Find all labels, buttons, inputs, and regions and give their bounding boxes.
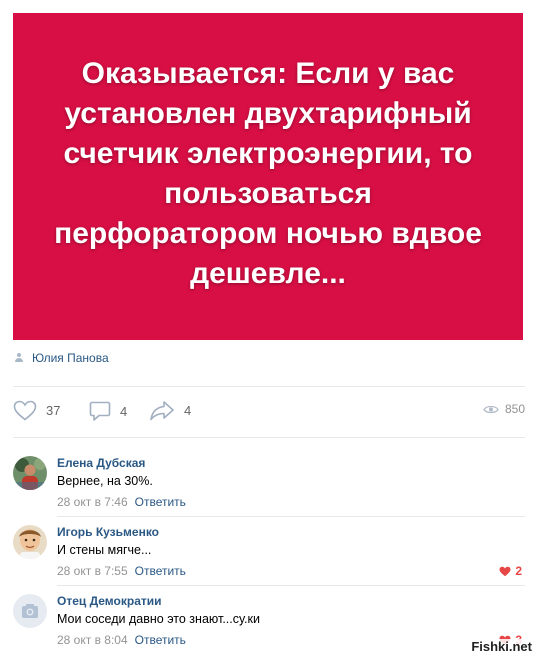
- like-button[interactable]: 37: [13, 400, 60, 421]
- divider: [13, 386, 525, 387]
- comment-author[interactable]: Игорь Кузьменко: [57, 525, 517, 540]
- comment-text: Вернее, на 30%.: [57, 474, 153, 488]
- comment-icon: [89, 401, 111, 421]
- comment-like-count: 2: [515, 564, 522, 578]
- avatar[interactable]: [13, 594, 47, 628]
- post-image-text: Оказывается: Если у вас установлен двухт…: [54, 56, 482, 290]
- comment-time[interactable]: 28 окт в 7:55: [57, 564, 128, 578]
- share-count: 4: [184, 403, 192, 418]
- comment-button[interactable]: 4: [89, 400, 127, 422]
- user-icon: [14, 353, 24, 363]
- comment-meta: 28 окт в 8:04 Ответить: [57, 631, 517, 649]
- comment-author[interactable]: Елена Дубская: [57, 456, 517, 471]
- share-button[interactable]: 4: [149, 400, 191, 421]
- camera-icon: [22, 604, 38, 618]
- comment-meta: 28 окт в 7:55 Ответить: [57, 562, 517, 580]
- comment-text: И стены мягче...: [57, 543, 152, 557]
- like-count: 37: [46, 403, 61, 418]
- heart-filled-icon: [499, 566, 511, 576]
- divider: [57, 516, 525, 517]
- author-name[interactable]: Юлия Панова: [32, 351, 109, 365]
- eye-icon: [483, 405, 499, 413]
- reply-button[interactable]: Ответить: [135, 633, 186, 647]
- views-count: 850: [504, 402, 525, 416]
- comment-time[interactable]: 28 окт в 8:04: [57, 633, 128, 647]
- heart-outline-icon: [13, 400, 37, 421]
- reply-button[interactable]: Ответить: [135, 495, 186, 509]
- comment-author[interactable]: Отец Демократии: [57, 594, 517, 609]
- post-author[interactable]: Юлия Панова: [14, 351, 109, 365]
- comment-like-button[interactable]: 2: [499, 564, 522, 578]
- views-counter: 850: [483, 402, 525, 416]
- comment-text: Мои соседи давно это знают...су.ки: [57, 612, 260, 626]
- comment-time[interactable]: 28 окт в 7:46: [57, 495, 128, 509]
- avatar[interactable]: [13, 525, 47, 559]
- reply-button[interactable]: Ответить: [135, 564, 186, 578]
- divider: [13, 437, 525, 438]
- comment-meta: 28 окт в 7:46 Ответить: [57, 493, 517, 511]
- comment-count: 4: [120, 403, 128, 419]
- watermark: Fishki.net: [468, 639, 535, 654]
- share-arrow-icon: [150, 401, 174, 421]
- post-image[interactable]: Оказывается: Если у вас установлен двухт…: [13, 13, 523, 340]
- divider: [57, 585, 525, 586]
- avatar[interactable]: [13, 456, 47, 490]
- post-actions: 37 4 4 850: [13, 400, 525, 422]
